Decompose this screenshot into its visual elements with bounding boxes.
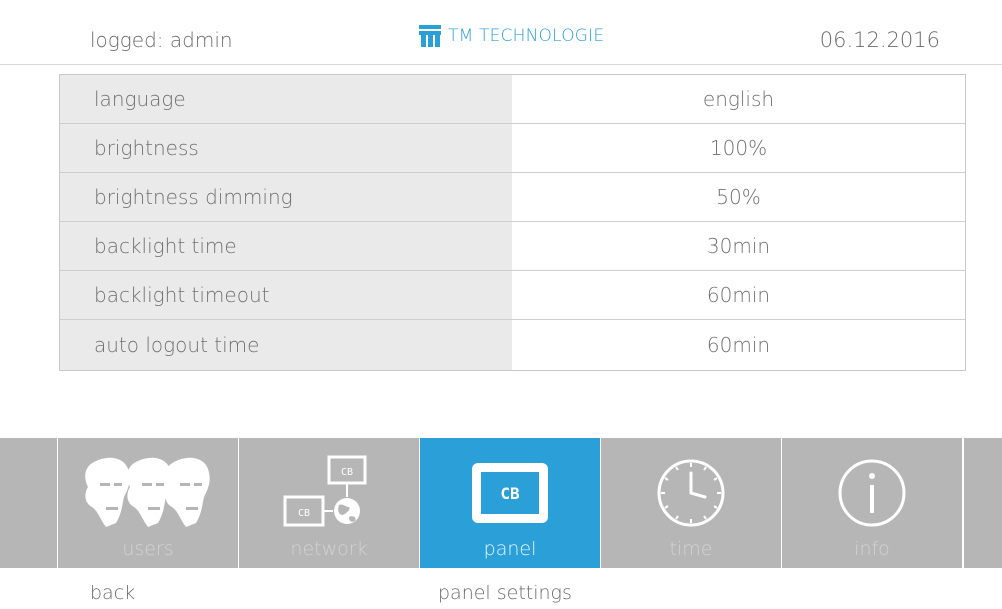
tm-logo-icon bbox=[419, 25, 441, 47]
setting-label: auto logout time bbox=[60, 320, 512, 370]
brand: TM TECHNOLOGIE bbox=[418, 24, 604, 48]
network-badge-top: CB bbox=[341, 467, 353, 478]
nav-label-network: network bbox=[290, 538, 368, 560]
setting-value[interactable]: 30min bbox=[512, 222, 965, 270]
page-title: panel settings bbox=[438, 582, 572, 604]
setting-label: language bbox=[60, 75, 512, 123]
setting-row-backlight-timeout[interactable]: backlight timeout 60min bbox=[60, 271, 965, 320]
setting-value[interactable]: 60min bbox=[512, 271, 965, 319]
users-faces-icon bbox=[85, 457, 210, 527]
info-icon bbox=[838, 459, 906, 527]
setting-row-backlight-time[interactable]: backlight time 30min bbox=[60, 222, 965, 271]
setting-label: backlight time bbox=[60, 222, 512, 270]
setting-row-brightness-dimming[interactable]: brightness dimming 50% bbox=[60, 173, 965, 222]
clock-icon bbox=[657, 459, 725, 527]
bottom-nav-bar: users CB CB network CB panel time info bbox=[0, 438, 1002, 568]
nav-item-panel[interactable]: CB panel bbox=[420, 438, 601, 568]
back-button[interactable]: back bbox=[90, 582, 135, 604]
network-badge-left: CB bbox=[298, 508, 310, 519]
setting-value[interactable]: 50% bbox=[512, 173, 965, 221]
brand-name: TM TECHNOLOGIE bbox=[448, 26, 605, 46]
setting-label: brightness dimming bbox=[60, 173, 512, 221]
setting-row-auto-logout-time[interactable]: auto logout time 60min bbox=[60, 320, 965, 370]
logged-user-label: logged: admin bbox=[90, 28, 233, 52]
nav-spacer-left bbox=[0, 438, 58, 568]
setting-value[interactable]: english bbox=[512, 75, 965, 123]
panel-cb-icon: CB bbox=[472, 463, 548, 523]
nav-spacer-right bbox=[963, 438, 1001, 568]
header-bar: logged: admin TM TECHNOLOGIE 06.12.2016 bbox=[0, 0, 1002, 65]
nav-item-time[interactable]: time bbox=[601, 438, 782, 568]
nav-item-network[interactable]: CB CB network bbox=[239, 438, 420, 568]
setting-value[interactable]: 60min bbox=[512, 320, 965, 370]
setting-value[interactable]: 100% bbox=[512, 124, 965, 172]
nav-item-users[interactable]: users bbox=[58, 438, 239, 568]
header-date: 06.12.2016 bbox=[819, 28, 940, 52]
nav-label-info: info bbox=[854, 538, 890, 560]
network-cb-icon: CB CB bbox=[283, 455, 367, 527]
setting-row-language[interactable]: language english bbox=[60, 75, 965, 124]
setting-label: backlight timeout bbox=[60, 271, 512, 319]
nav-label-panel: panel bbox=[483, 538, 537, 560]
panel-badge: CB bbox=[500, 484, 520, 503]
nav-label-users: users bbox=[122, 538, 174, 560]
nav-label-time: time bbox=[669, 538, 713, 560]
panel-settings-table: language english brightness 100% brightn… bbox=[59, 74, 966, 371]
setting-label: brightness bbox=[60, 124, 512, 172]
nav-item-info[interactable]: info bbox=[782, 438, 963, 568]
setting-row-brightness[interactable]: brightness 100% bbox=[60, 124, 965, 173]
